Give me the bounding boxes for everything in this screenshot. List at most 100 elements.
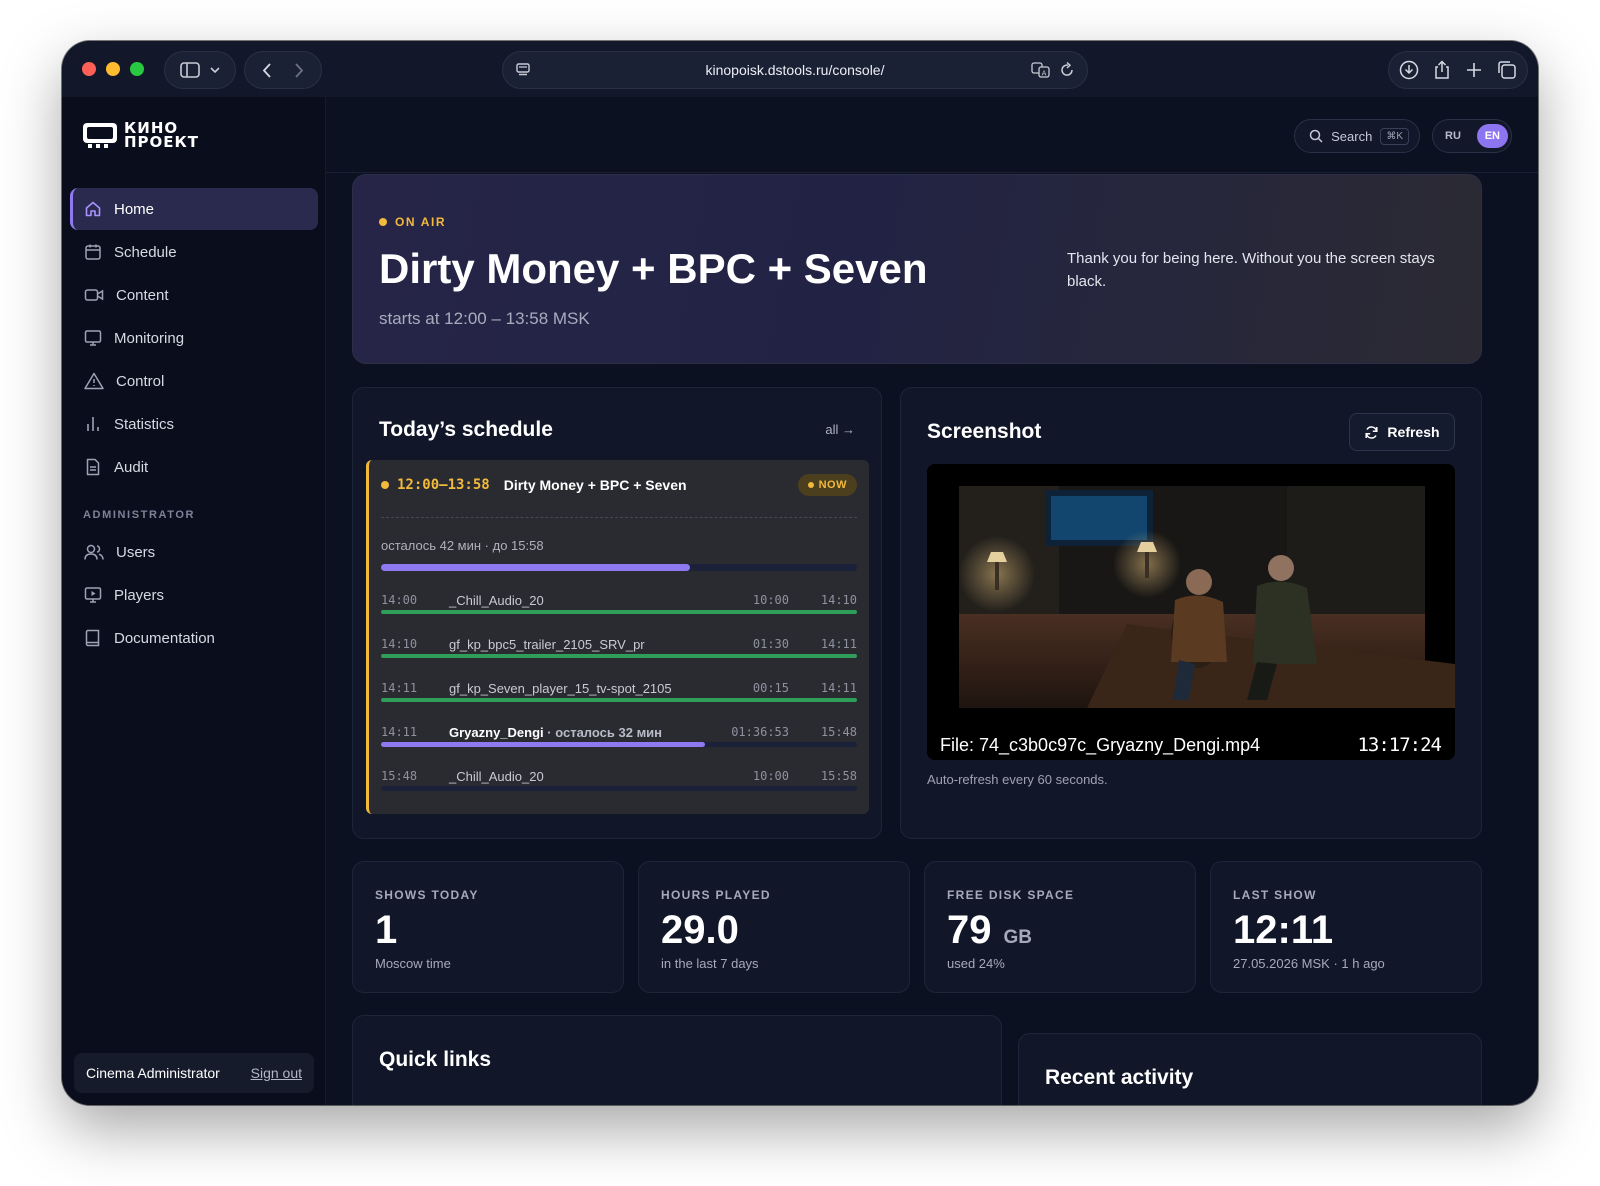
share-icon[interactable] (1433, 60, 1451, 80)
logo[interactable]: КИНО ПРОЕКТ (82, 121, 200, 151)
sidebar-item-content[interactable]: Content (70, 274, 318, 316)
calendar-icon (85, 244, 101, 260)
stat-value-row: 29.0 (661, 908, 739, 953)
bar-chart-icon (87, 417, 99, 431)
new-tab-icon[interactable] (1465, 61, 1483, 79)
welcome-note: Thank you for being here. Without you th… (1067, 250, 1435, 290)
reload-icon[interactable] (1059, 61, 1075, 79)
screenshot-timecode: 13:17:24 (1357, 734, 1442, 756)
schedule-list: 12:00–13:58 Dirty Money + BPC + Seven NO… (366, 460, 869, 814)
row-item-name: _Chill_Audio_20 (449, 592, 544, 608)
schedule-all-link[interactable]: all → (825, 422, 855, 437)
sidebar-item-label: Monitoring (114, 329, 185, 347)
sidebar-toggle-button[interactable] (164, 51, 236, 89)
stat-caption: used 24% (947, 956, 1005, 971)
sidebar-item-schedule[interactable]: Schedule (70, 231, 318, 273)
sidebar-item-label: Control (116, 372, 165, 390)
player-screenshot: File: 74_c3b0c97c_Gryazny_Dengi.mp4 13:1… (927, 464, 1455, 760)
player-icon (84, 587, 102, 603)
app-header: Search ⌘K RU EN (326, 97, 1538, 173)
sidebar-item-audit[interactable]: Audit (70, 446, 318, 488)
current-slot[interactable]: 12:00–13:58 Dirty Money + BPC + Seven NO… (381, 470, 857, 500)
refresh-button[interactable]: Refresh (1349, 413, 1455, 451)
sidebar-item-users[interactable]: Users (70, 531, 318, 573)
stat-caption: in the last 7 days (661, 956, 759, 971)
row-progress-bar (381, 654, 857, 658)
schedule-row[interactable]: 14:11 Gryazny_Dengi · осталось 32 мин 01:3… (381, 722, 857, 742)
search-icon (1309, 129, 1323, 143)
now-dot (381, 481, 389, 489)
logo-line-2: ПРОЕКТ (124, 133, 200, 151)
row-remaining: · осталось 32 мин (543, 724, 663, 740)
row-title: _Chill_Audio_20 (449, 593, 721, 608)
sidebar-item-documentation[interactable]: Documentation (70, 617, 318, 659)
row-title: _Chill_Audio_20 (449, 769, 721, 784)
screenshot-file-name: File: 74_c3b0c97c_Gryazny_Dengi.mp4 (940, 735, 1261, 755)
stat-caption: Moscow time (375, 956, 451, 971)
page-settings-icon[interactable] (515, 62, 531, 81)
sidebar-item-control[interactable]: Control (70, 360, 318, 402)
stat-value: 29.0 (661, 908, 739, 952)
row-duration: 01:30 (752, 637, 789, 651)
row-end-time: 14:11 (820, 637, 857, 651)
sidebar-item-label: Schedule (114, 243, 177, 261)
schedule-row[interactable]: 14:11 gf_kp_Seven_player_15_tv-spot_2105 0… (381, 678, 857, 698)
row-progress-bar (381, 698, 857, 702)
stat-free-disk-space: FREE DISK SPACE 79 GB used 24% (924, 861, 1196, 993)
current-show-time: starts at 12:00 – 13:58 MSK (379, 309, 590, 328)
document-icon (86, 458, 100, 476)
row-start-time: 14:00 (381, 593, 418, 607)
stat-label: FREE DISK SPACE (947, 888, 1075, 902)
minimize-window-button[interactable] (106, 62, 120, 76)
row-progress-fill (381, 610, 857, 614)
sidebar-item-home[interactable]: Home (70, 188, 318, 230)
user-panel: Cinema Administrator Sign out (74, 1053, 314, 1093)
schedule-row[interactable]: 14:00 _Chill_Audio_20 10:00 14:10 (381, 590, 857, 610)
row-progress-bar (381, 742, 857, 747)
url-text: kinopoisk.dstools.ru/console/ (705, 62, 885, 78)
sidebar-item-statistics[interactable]: Statistics (70, 403, 318, 445)
stat-value: 79 (947, 908, 992, 952)
sidebar-item-players[interactable]: Players (70, 574, 318, 616)
on-air-label: ON AIR (395, 215, 447, 229)
sidebar-icon (180, 62, 200, 78)
zoom-window-button[interactable] (130, 62, 144, 76)
divider (381, 517, 857, 518)
sidebar-item-label: Documentation (114, 629, 215, 647)
stat-label: LAST SHOW (1233, 888, 1317, 902)
browser-toolbar: kinopoisk.dstools.ru/console/ A (62, 41, 1538, 97)
on-air-dot (379, 218, 387, 226)
close-window-button[interactable] (82, 62, 96, 76)
row-title: gf_kp_Seven_player_15_tv-spot_2105 (449, 681, 721, 696)
row-progress-fill (381, 742, 705, 747)
lang-en-option[interactable]: EN (1476, 124, 1508, 148)
row-duration: 01:36:53 (731, 725, 789, 739)
row-progress-bar (381, 610, 857, 614)
schedule-card: Today’s schedule all → 12:00–13:58 Dirty… (352, 387, 882, 839)
row-duration: 00:15 (752, 681, 789, 695)
schedule-row[interactable]: 15:48 _Chill_Audio_20 10:00 15:58 (381, 766, 857, 786)
schedule-row[interactable]: 14:10 gf_kp_bpc5_trailer_2105_SRV_pr 01:30… (381, 634, 857, 654)
screenshot-card: Screenshot Refresh File: 74_c3b0c97c_Gry… (900, 387, 1482, 839)
sign-out-link[interactable]: Sign out (251, 1065, 302, 1081)
row-item-name: _Chill_Audio_20 (449, 768, 544, 784)
address-bar[interactable]: kinopoisk.dstools.ru/console/ A (502, 51, 1088, 89)
tabs-overview-icon[interactable] (1497, 60, 1517, 80)
forward-icon[interactable] (295, 62, 304, 78)
browser-window: kinopoisk.dstools.ru/console/ A КИНО ПРО… (62, 41, 1538, 1105)
sidebar-item-label: Home (114, 200, 155, 218)
sidebar-item-monitoring[interactable]: Monitoring (70, 317, 318, 359)
schedule-title: Today’s schedule (379, 418, 553, 441)
chevron-down-icon (210, 66, 220, 73)
sidebar-item-label: Statistics (114, 415, 175, 433)
search-button[interactable]: Search ⌘K (1294, 119, 1420, 153)
download-icon[interactable] (1399, 60, 1419, 80)
translate-icon[interactable]: A (1031, 61, 1051, 79)
current-progress-fill (381, 564, 691, 571)
row-end-time: 15:48 (820, 725, 857, 739)
now-badge-label: NOW (818, 479, 847, 491)
back-icon[interactable] (262, 62, 271, 78)
lang-ru-option[interactable]: RU (1445, 130, 1461, 142)
svg-text:A: A (1042, 70, 1047, 78)
stat-value: 12:11 (1233, 908, 1334, 952)
